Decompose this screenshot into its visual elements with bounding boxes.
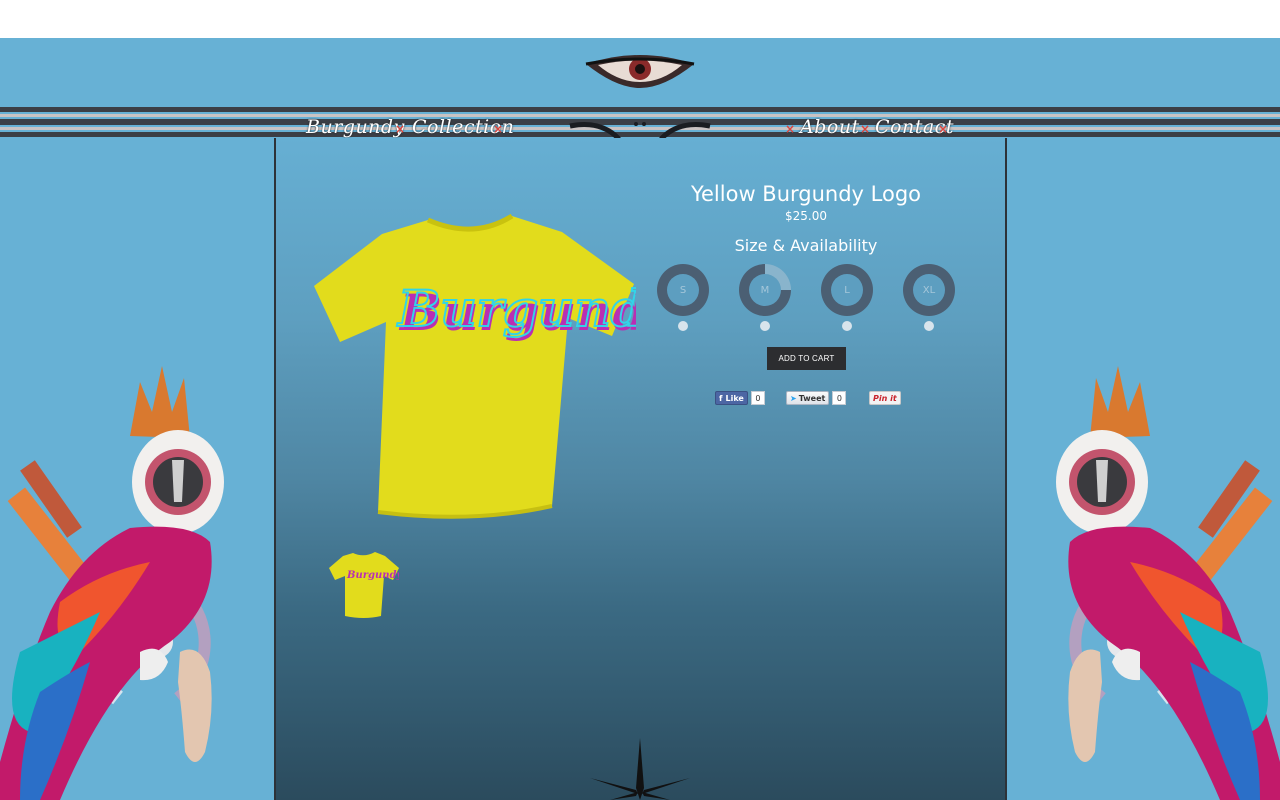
facebook-like-count: 0	[750, 391, 765, 405]
size-availability-heading: Size & Availability	[734, 236, 878, 255]
nav-separator: ×	[860, 122, 871, 136]
twitter-bird-icon: ➤	[790, 393, 797, 403]
facebook-like-button[interactable]: f Like	[715, 391, 748, 405]
size-label: S	[667, 274, 699, 306]
size-option-s[interactable]: S	[657, 264, 711, 334]
size-ring: S	[657, 264, 709, 316]
add-to-cart-button[interactable]: ADD TO CART	[767, 347, 846, 370]
product-thumbnail[interactable]: Burgundy	[329, 550, 399, 618]
pin-it-button[interactable]: Pin it	[869, 391, 901, 405]
shirt-print-outline: Burgundy	[396, 279, 636, 338]
nav-separator: ×	[493, 122, 504, 136]
size-select-dot[interactable]	[760, 321, 770, 331]
nav-separator: ×	[785, 122, 796, 136]
thumb-print-text: Burgundy	[346, 570, 399, 581]
tweet-count: 0	[832, 391, 847, 405]
size-ring: M	[739, 264, 791, 316]
nav-link-burgundy[interactable]: Burgundy	[306, 116, 405, 138]
size-label: XL	[913, 274, 945, 306]
facebook-like-widget[interactable]: f Like 0	[715, 391, 765, 405]
facebook-icon: f	[719, 393, 723, 403]
parrot-artwork-right	[1056, 366, 1280, 800]
twitter-tweet-widget[interactable]: ➤ Tweet 0	[786, 391, 847, 405]
product-image[interactable]: Burgundy Burgundy	[312, 206, 636, 524]
page-background: Burgundy × Collection × × About × Contac…	[0, 38, 1280, 800]
size-option-m[interactable]: M	[739, 264, 793, 334]
nav-link-about[interactable]: About	[800, 116, 860, 138]
pinterest-widget[interactable]: Pin it	[869, 391, 901, 405]
size-option-xl[interactable]: XL	[903, 264, 957, 334]
tweet-button[interactable]: ➤ Tweet	[786, 391, 830, 405]
product-price: $25.00	[785, 209, 827, 223]
size-select-dot[interactable]	[678, 321, 688, 331]
nav-separator: ×	[938, 122, 949, 136]
size-label: M	[749, 274, 781, 306]
size-ring: XL	[903, 264, 955, 316]
parrot-artwork-left	[0, 366, 224, 800]
size-select-dot[interactable]	[842, 321, 852, 331]
size-label: L	[831, 274, 863, 306]
size-option-l[interactable]: L	[821, 264, 875, 334]
product-title: Yellow Burgundy Logo	[690, 182, 922, 206]
compass-star-icon	[590, 738, 690, 800]
size-select-dot[interactable]	[924, 321, 934, 331]
size-ring: L	[821, 264, 873, 316]
eye-logo-icon[interactable]	[584, 54, 696, 90]
nav-separator: ×	[395, 122, 406, 136]
tweet-label: Tweet	[798, 393, 826, 403]
facebook-like-label: Like	[725, 393, 744, 403]
